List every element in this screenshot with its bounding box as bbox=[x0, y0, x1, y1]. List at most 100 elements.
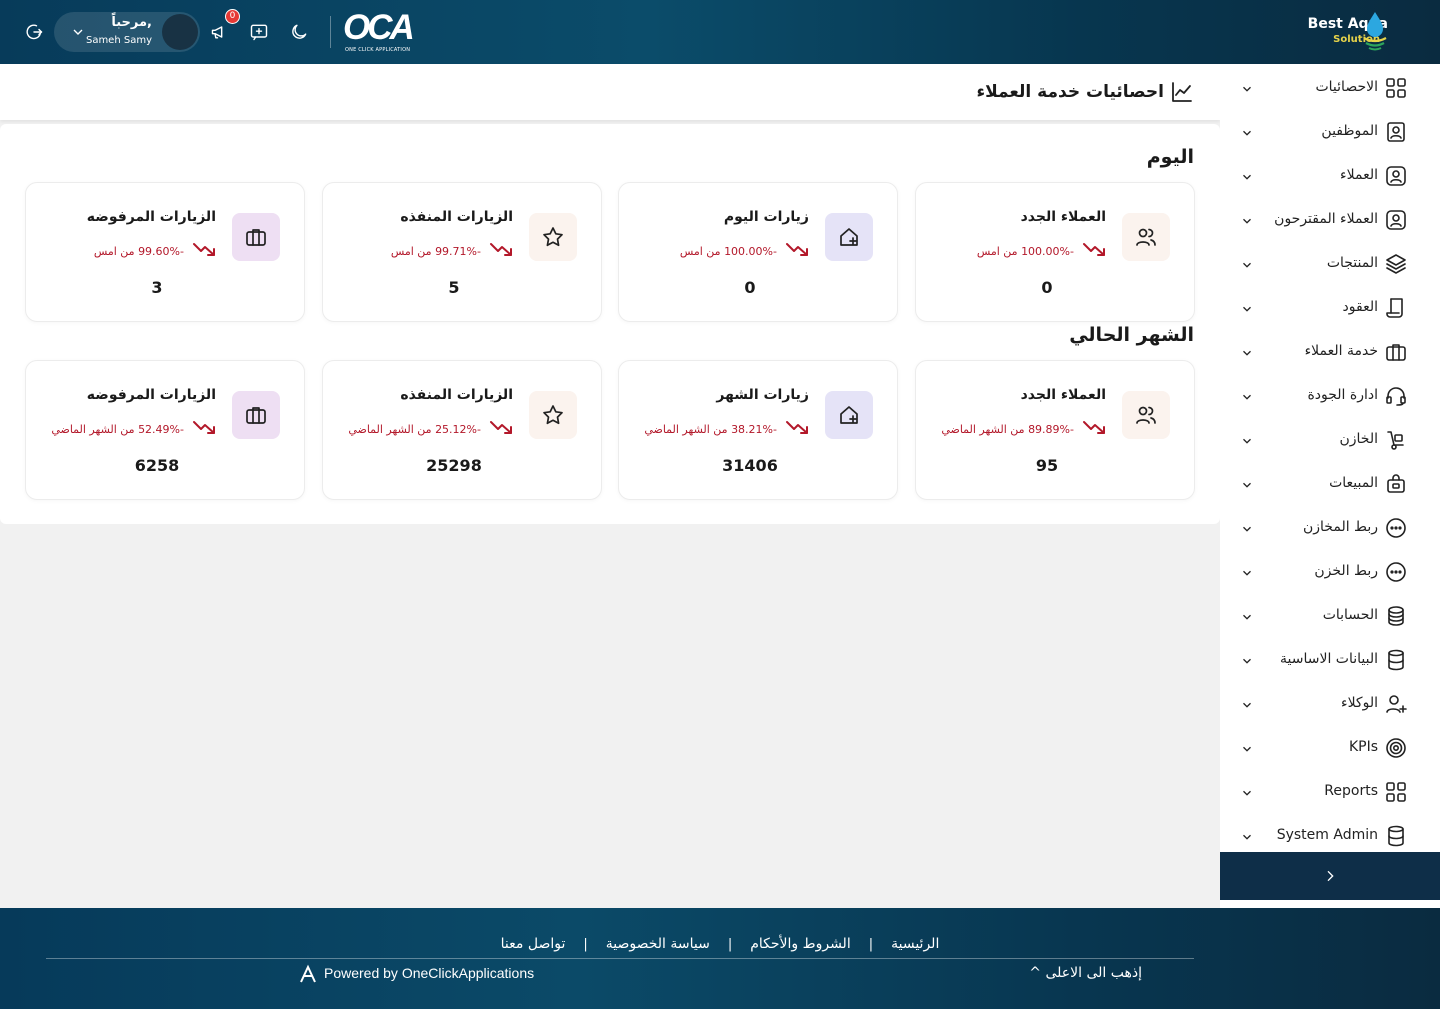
greeting-text: مرحباً, bbox=[111, 15, 152, 30]
sidebar-item[interactable]: ربط المخازن bbox=[1220, 505, 1440, 549]
sidebar-item-label: العملاء المقترحون bbox=[1274, 211, 1378, 227]
section-title-today: اليوم bbox=[1146, 146, 1194, 168]
sidebar-item-label: العملاء bbox=[1340, 167, 1378, 183]
powered-by-text[interactable]: Powered by OneClickApplications bbox=[324, 965, 534, 981]
stat-card-change: -89.89% من الشهر الماضي bbox=[941, 423, 1074, 436]
chevron-down-icon bbox=[70, 24, 86, 40]
sidebar: الاحصائيات الموظفين العملاء العملاء المقترح… bbox=[1220, 64, 1440, 908]
chevron-down-icon bbox=[1240, 345, 1254, 359]
stat-card-value: 3 bbox=[151, 278, 163, 297]
stat-card-change: -99.71% من امس bbox=[390, 245, 481, 258]
stat-card: العملاء الجدد -100.00% من امس 0 bbox=[915, 182, 1195, 322]
stat-card-title: الزيارات المنفذه bbox=[400, 387, 513, 403]
oca-logo-text: OCA bbox=[343, 8, 415, 47]
sidebar-item-label: الوكلاء bbox=[1341, 695, 1378, 711]
customer-icon bbox=[1384, 164, 1408, 188]
sidebar-item[interactable]: خدمة العملاء bbox=[1220, 329, 1440, 373]
page-title: احصائيات خدمة العملاء bbox=[976, 82, 1164, 102]
footer-separator: | bbox=[868, 936, 874, 952]
chevron-down-icon bbox=[1240, 433, 1254, 447]
sidebar-item[interactable]: المبيعات bbox=[1220, 461, 1440, 505]
chevron-down-icon bbox=[1240, 653, 1254, 667]
sidebar-item-label: ربط المخازن bbox=[1303, 519, 1378, 535]
oca-logo: OCA ONE CLICK APPLICATION bbox=[343, 8, 419, 56]
chevron-down-icon bbox=[1240, 741, 1254, 755]
stat-card-title: الزيارات المنفذه bbox=[400, 209, 513, 225]
stat-card: الزيارات المرفوضه -52.49% من الشهر الماضي… bbox=[25, 360, 305, 500]
sidebar-item[interactable]: ربط الخزن bbox=[1220, 549, 1440, 593]
trend-down-icon bbox=[785, 419, 809, 435]
chevron-down-icon bbox=[1240, 785, 1254, 799]
sidebar-item-label: KPIs bbox=[1348, 739, 1378, 755]
add-message-icon[interactable] bbox=[245, 18, 273, 46]
stat-card-value: 0 bbox=[744, 278, 756, 297]
target-icon bbox=[1384, 736, 1408, 760]
sidebar-item-label: System Admin bbox=[1276, 827, 1378, 843]
avatar[interactable] bbox=[162, 14, 198, 50]
footer-link-terms[interactable]: الشروط والأحكام bbox=[750, 936, 850, 952]
stat-card-change: -52.49% من الشهر الماضي bbox=[51, 423, 184, 436]
sidebar-item-label: الموظفين bbox=[1321, 123, 1378, 139]
chevron-down-icon bbox=[1240, 213, 1254, 227]
sidebar-item[interactable]: ادارة الجودة bbox=[1220, 373, 1440, 417]
page-header: احصائيات خدمة العملاء bbox=[0, 64, 1220, 120]
briefcase-icon bbox=[1384, 340, 1408, 364]
sidebar-item-label: Reports bbox=[1324, 783, 1378, 799]
stat-card-title: زيارات الشهر bbox=[716, 387, 809, 403]
sidebar-item-label: المنتجات bbox=[1326, 255, 1378, 271]
sidebar-collapse-button[interactable] bbox=[1220, 852, 1440, 900]
home-plus-icon bbox=[825, 391, 873, 439]
user-menu[interactable]: مرحباً, Sameh Samy bbox=[54, 12, 200, 52]
megaphone-icon[interactable]: 0 bbox=[206, 9, 240, 46]
stat-card: زيارات الشهر -38.21% من الشهر الماضي 31406 bbox=[618, 360, 898, 500]
water-drop-icon bbox=[1360, 10, 1390, 52]
footer-separator: | bbox=[727, 936, 733, 952]
footer-link-privacy[interactable]: سياسة الخصوصية bbox=[606, 936, 710, 952]
footer-link-home[interactable]: الرئيسية bbox=[891, 936, 939, 952]
footer: الرئيسية | الشروط والأحكام | سياسة الخصو… bbox=[0, 908, 1440, 1009]
sidebar-item[interactable]: المنتجات bbox=[1220, 241, 1440, 285]
stat-card-value: 6258 bbox=[134, 456, 180, 475]
stat-card-title: الزيارات المرفوضه bbox=[86, 209, 216, 225]
stat-card-value: 31406 bbox=[722, 456, 778, 475]
sidebar-item[interactable]: System Admin bbox=[1220, 813, 1440, 857]
sidebar-item[interactable]: الاحصائيات bbox=[1220, 65, 1440, 109]
users-icon bbox=[1122, 213, 1170, 261]
sidebar-item[interactable]: الموظفين bbox=[1220, 109, 1440, 153]
chevron-right-icon bbox=[1327, 870, 1334, 882]
sidebar-item[interactable]: الوكلاء bbox=[1220, 681, 1440, 725]
section-title-month: الشهر الحالي bbox=[1069, 324, 1194, 346]
chevron-down-icon bbox=[1240, 81, 1254, 95]
sidebar-item[interactable]: الحسابات bbox=[1220, 593, 1440, 637]
stat-card-title: زيارات اليوم bbox=[723, 209, 809, 225]
sidebar-item-label: البيانات الاساسية bbox=[1280, 651, 1378, 667]
sidebar-item[interactable]: الخازن bbox=[1220, 417, 1440, 461]
sidebar-item-label: الخازن bbox=[1339, 431, 1379, 447]
sidebar-item[interactable]: البيانات الاساسية bbox=[1220, 637, 1440, 681]
sidebar-item[interactable]: العملاء bbox=[1220, 153, 1440, 197]
sidebar-item[interactable]: العملاء المقترحون bbox=[1220, 197, 1440, 241]
logout-icon[interactable] bbox=[20, 18, 48, 46]
line-chart-icon bbox=[1170, 80, 1194, 104]
sidebar-item-label: ادارة الجودة bbox=[1307, 387, 1378, 403]
layers-icon bbox=[1384, 252, 1408, 276]
trend-down-icon bbox=[1082, 419, 1106, 435]
stat-card: الزيارات المنفذه -99.71% من امس 5 bbox=[322, 182, 602, 322]
coins-icon bbox=[1384, 604, 1408, 628]
grid-icon bbox=[1384, 76, 1408, 100]
grid-icon bbox=[1384, 780, 1408, 804]
dolly-icon bbox=[1384, 428, 1408, 452]
scroll-icon bbox=[1384, 296, 1408, 320]
stat-card-value: 25298 bbox=[426, 456, 482, 475]
stat-card-value: 5 bbox=[448, 278, 460, 297]
footer-link-contact[interactable]: تواصل معنا bbox=[501, 936, 566, 952]
moon-icon[interactable] bbox=[285, 18, 313, 46]
back-to-top-link[interactable]: إذهب الى الاعلى ^ bbox=[1029, 965, 1142, 981]
stat-card-value: 95 bbox=[1035, 456, 1059, 475]
topbar-divider bbox=[330, 16, 331, 48]
stat-card: العملاء الجدد -89.89% من الشهر الماضي 95 bbox=[915, 360, 1195, 500]
sidebar-item[interactable]: العقود bbox=[1220, 285, 1440, 329]
sidebar-item[interactable]: Reports bbox=[1220, 769, 1440, 813]
star-icon bbox=[529, 213, 577, 261]
sidebar-item[interactable]: KPIs bbox=[1220, 725, 1440, 769]
